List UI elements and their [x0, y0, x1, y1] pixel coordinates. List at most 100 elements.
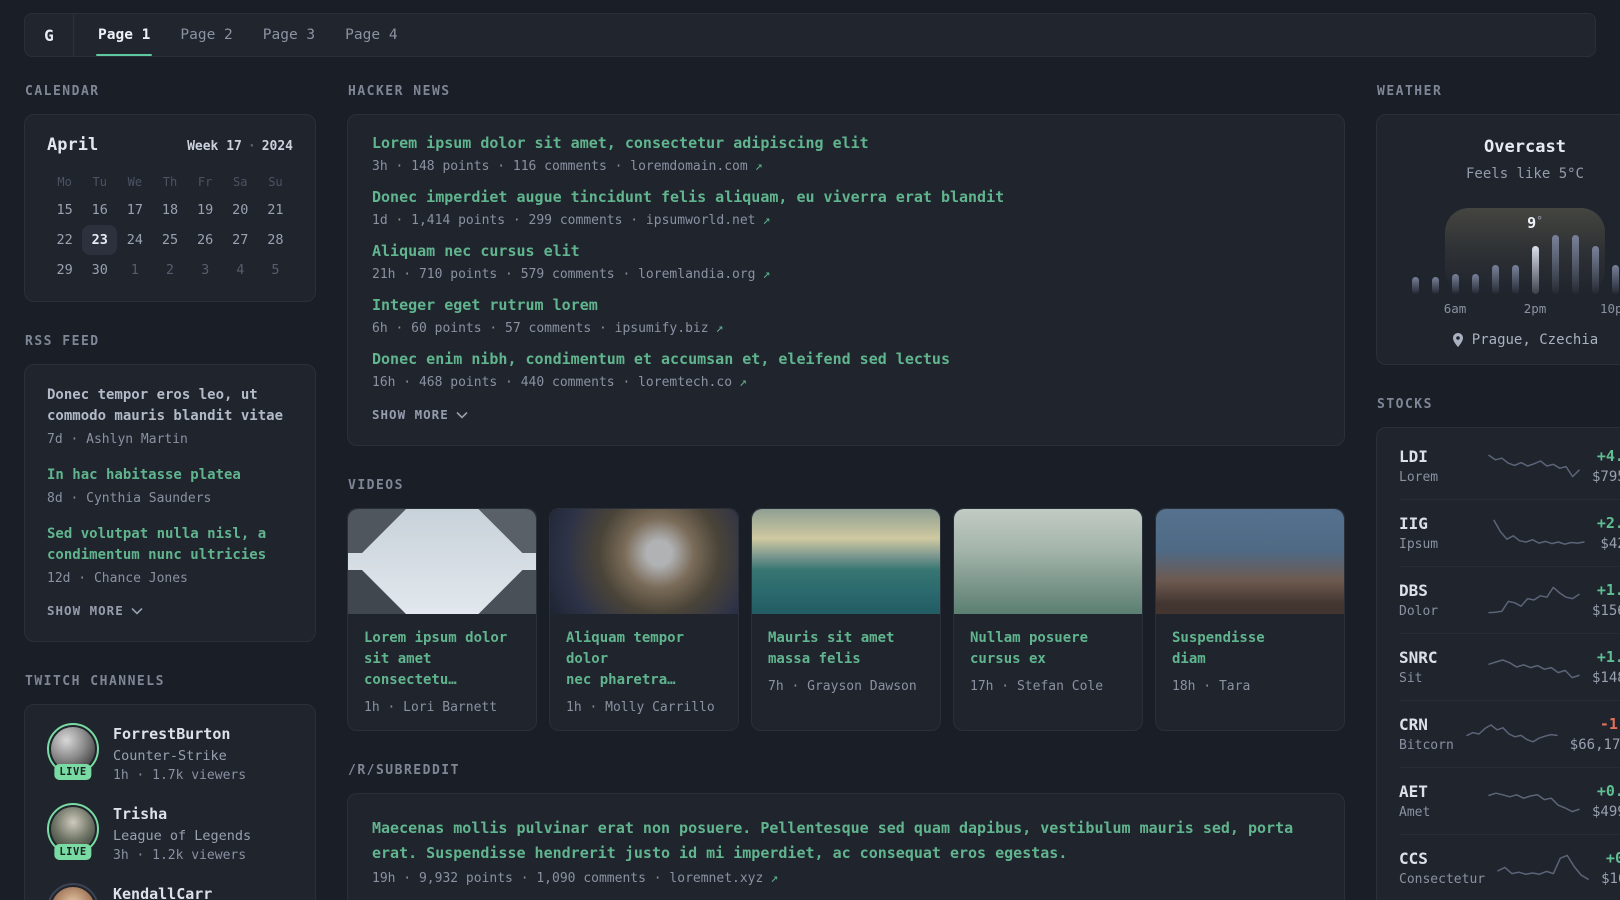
twitch-channel-row[interactable]: LIVE Trisha League of Legends 3h · 1.2k … [47, 803, 293, 863]
hackernews-item-title[interactable]: Integer eget rutrum lorem [372, 295, 1320, 316]
calendar-day: 19 [197, 202, 214, 218]
video-thumbnail[interactable] [550, 509, 738, 614]
twitch-avatar [47, 883, 99, 900]
nav-tab[interactable]: Page 4 [343, 14, 399, 56]
twitch-channel-info: ForrestBurton Counter-Strike 1h · 1.7k v… [113, 725, 246, 783]
video-card[interactable]: Lorem ipsum dolor sit amet consectetu… 1… [347, 508, 537, 731]
hackernews-item-title[interactable]: Donec enim nibh, condimentum et accumsan… [372, 349, 1320, 370]
video-title[interactable]: Nullam posuere cursus ex [970, 628, 1126, 670]
twitch-channel-info: KendallCarr [113, 885, 212, 900]
twitch-widget: TWITCH CHANNELS LIVE ForrestBurton Count… [24, 674, 316, 900]
stock-row[interactable]: SNRC Sit +1.36% $148.64 [1399, 633, 1620, 700]
stock-row[interactable]: IIG Ipsum +2.84% $42.04 [1399, 499, 1620, 566]
weather-bar-current [1531, 246, 1539, 294]
time-axis-label: 2pm [1523, 301, 1547, 316]
nav-tab[interactable]: Page 2 [178, 14, 234, 56]
hackernews-item-title[interactable]: Aliquam nec cursus elit [372, 241, 1320, 262]
rss-widget: RSS FEED Donec tempor eros leo, ut commo… [24, 334, 316, 642]
nav-tabs: Page 1 Page 2 Page 3 Page 4 [96, 14, 426, 56]
twitch-channel-meta: 3h · 1.2k viewers [113, 848, 247, 863]
videos-section-label: VIDEOS [348, 478, 404, 493]
twitch-channel-row[interactable]: LIVE ForrestBurton Counter-Strike 1h · 1… [47, 723, 293, 783]
stock-price: $499.72 [1591, 804, 1620, 820]
calendar-day: 5 [271, 262, 280, 278]
app-logo[interactable]: G [25, 14, 73, 56]
hackernews-item-title[interactable]: Lorem ipsum dolor sit amet, consectetur … [372, 133, 1320, 154]
video-title[interactable]: Aliquam tempor dolor nec pharetra… [566, 628, 722, 691]
live-badge: LIVE [54, 844, 92, 860]
calendar-day: 28 [267, 232, 284, 248]
weather-bar [1431, 277, 1439, 294]
video-title[interactable]: Suspendisse diam [1172, 628, 1328, 670]
hackernews-item-meta: 21h · 710 points · 579 comments · loreml… [372, 267, 1320, 282]
rss-item-title[interactable]: Sed volutpat nulla nisl, a condimentum n… [47, 524, 293, 566]
stock-price: $165.84 [1601, 871, 1620, 887]
external-link-icon[interactable]: ↗ [739, 375, 747, 390]
show-more-label: SHOW MORE [47, 603, 124, 618]
twitch-avatar-wrap: LIVE [47, 723, 99, 780]
video-card[interactable]: Suspendisse diam 18h · Tara [1155, 508, 1345, 731]
video-card[interactable]: Nullam posuere cursus ex 17h · Stefan Co… [953, 508, 1143, 731]
video-thumbnail[interactable] [1156, 509, 1344, 614]
calendar-day: 21 [267, 202, 284, 218]
calendar-week-year: Week 17 · 2024 [187, 139, 293, 154]
calendar-weekday: We [127, 175, 143, 189]
calendar-day: 24 [126, 232, 143, 248]
video-thumbnail[interactable] [752, 509, 940, 614]
weather-bar [1491, 265, 1499, 294]
rss-item-meta: 12d · Chance Jones [47, 571, 188, 586]
stock-row[interactable]: CCS Consectetur +0.51% $165.84 [1399, 834, 1620, 900]
stock-price: $42.04 [1600, 536, 1620, 552]
weather-widget: WEATHER Overcast Feels like 5°C 9° 6am 2pm… [1376, 84, 1620, 365]
stock-sparkline [1486, 449, 1582, 483]
external-link-icon[interactable]: ↗ [763, 267, 771, 282]
calendar-card: April Week 17 · 2024 Mo Tu We Th Fr Sa S… [24, 114, 316, 302]
twitch-channel-row[interactable]: LIVE KendallCarr [47, 883, 293, 900]
stock-identity: SNRC Sit [1399, 648, 1476, 686]
video-meta: 7h · Grayson Dawson [768, 679, 917, 694]
nav-tab[interactable]: Page 1 [96, 14, 153, 56]
hackernews-widget: HACKER NEWS Lorem ipsum dolor sit amet, … [347, 84, 1345, 446]
video-card[interactable]: Aliquam tempor dolor nec pharetra… 1h · … [549, 508, 739, 731]
stock-change: -1.00% [1599, 715, 1620, 733]
hackernews-show-more-button[interactable]: SHOW MORE [372, 407, 468, 422]
stock-ticker: LDI [1399, 447, 1428, 466]
twitch-avatar-wrap: LIVE [47, 883, 99, 900]
calendar-day: 2 [165, 262, 175, 278]
video-card[interactable]: Mauris sit amet massa felis 7h · Grayson… [751, 508, 941, 731]
stock-change: +0.92% [1596, 782, 1620, 800]
nav-tab[interactable]: Page 3 [261, 14, 317, 56]
twitch-section-label: TWITCH CHANNELS [25, 674, 165, 689]
subreddit-post-title[interactable]: Maecenas mollis pulvinar erat non posuer… [372, 816, 1320, 866]
video-meta: 1h · Lori Barnett [364, 700, 498, 715]
stock-row[interactable]: AET Amet +0.92% $499.72 [1399, 767, 1620, 834]
stock-values: +0.92% $499.72 [1592, 782, 1620, 820]
external-link-icon[interactable]: ↗ [755, 159, 763, 174]
video-title[interactable]: Mauris sit amet massa felis [768, 628, 924, 670]
video-title[interactable]: Lorem ipsum dolor sit amet consectetu… [364, 628, 520, 691]
separator-dot: · [247, 139, 256, 154]
rss-show-more-button[interactable]: SHOW MORE [47, 603, 143, 618]
rss-item-title[interactable]: In hac habitasse platea [47, 465, 293, 486]
stock-sparkline [1486, 650, 1582, 684]
video-meta: 17h · Stefan Cole [970, 679, 1104, 694]
video-thumbnail[interactable] [954, 509, 1142, 614]
external-link-icon[interactable]: ↗ [770, 871, 778, 886]
videos-widget: VIDEOS Lorem ipsum dolor sit amet consec… [347, 478, 1345, 731]
stock-row[interactable]: LDI Lorem +4.35% $795.18 [1399, 433, 1620, 499]
hackernews-item-title[interactable]: Donec imperdiet augue tincidunt felis al… [372, 187, 1320, 208]
weather-bar [1471, 274, 1479, 294]
stock-values: +1.42% $156.28 [1592, 581, 1620, 619]
external-link-icon[interactable]: ↗ [763, 213, 771, 228]
stock-row[interactable]: CRN Bitcorn -1.00% $66,171.48 [1399, 700, 1620, 767]
hackernews-item-meta-text: 6h · 60 points · 57 comments · ipsumify.… [372, 321, 709, 336]
video-meta: 1h · Molly Carrillo [566, 700, 715, 715]
top-nav: G Page 1 Page 2 Page 3 Page 4 [24, 13, 1596, 57]
external-link-icon[interactable]: ↗ [716, 321, 724, 336]
weather-feels-like: Feels like 5°C [1465, 166, 1584, 182]
stock-identity: AET Amet [1399, 782, 1476, 820]
stock-name: Ipsum [1399, 537, 1439, 552]
video-thumbnail[interactable] [348, 509, 536, 614]
stock-row[interactable]: DBS Dolor +1.42% $156.28 [1399, 566, 1620, 633]
rss-item-title[interactable]: Donec tempor eros leo, ut commodo mauris… [47, 385, 293, 427]
